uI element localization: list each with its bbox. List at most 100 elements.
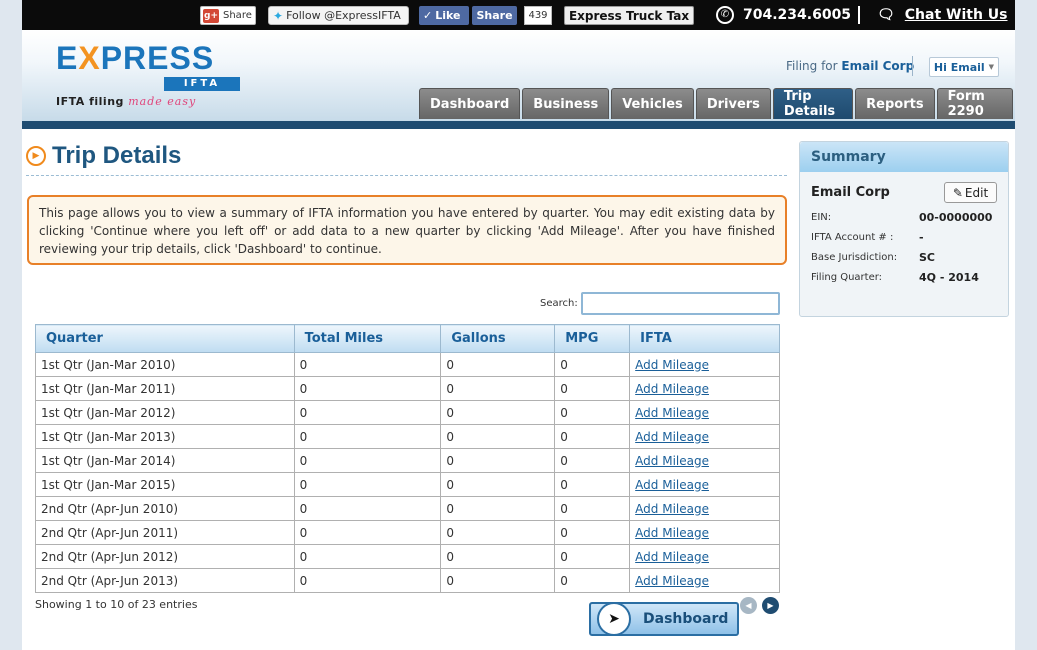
add-mileage-link[interactable]: Add Mileage xyxy=(635,358,709,372)
ifta-cell: Add Mileage xyxy=(629,544,780,569)
column-header-mpg[interactable]: MPG xyxy=(554,324,631,353)
table-row: 1st Qtr (Jan-Mar 2014) 0 0 0 Add Mileage xyxy=(35,448,780,473)
express-truck-tax-button[interactable]: Express Truck Tax xyxy=(564,6,694,25)
summary-value-base-jurisdiction: SC xyxy=(919,251,935,264)
tab-business[interactable]: Business xyxy=(522,88,610,119)
add-mileage-link[interactable]: Add Mileage xyxy=(635,406,709,420)
site-header: EXPRESS IFTA IFTA filing made easy Filin… xyxy=(22,30,1015,121)
miles-cell: 0 xyxy=(293,352,442,377)
ifta-cell: Add Mileage xyxy=(629,520,780,545)
quarter-cell: 1st Qtr (Jan-Mar 2015) xyxy=(35,472,295,497)
chat-link-container: 🗨 Chat With Us xyxy=(877,5,1008,24)
edit-label: Edit xyxy=(964,185,989,200)
phone-icon: ✆ xyxy=(716,5,734,24)
summary-label-base-jurisdiction: Base Jurisdiction: xyxy=(811,252,898,263)
add-mileage-link[interactable]: Add Mileage xyxy=(635,550,709,564)
table-row: 1st Qtr (Jan-Mar 2013) 0 0 0 Add Mileage xyxy=(35,424,780,449)
express-ifta-logo[interactable]: EXPRESS IFTA IFTA filing made easy xyxy=(56,40,246,115)
summary-value-ein: 00-0000000 xyxy=(919,211,993,224)
gallons-cell: 0 xyxy=(440,400,556,425)
mpg-cell: 0 xyxy=(554,424,631,449)
mpg-cell: 0 xyxy=(554,400,631,425)
tab-drivers[interactable]: Drivers xyxy=(695,88,771,119)
previous-page-icon[interactable]: ◀ xyxy=(740,597,757,614)
miles-cell: 0 xyxy=(293,568,442,593)
gallons-cell: 0 xyxy=(440,376,556,401)
top-bar: g+ Share ✦ Follow @ExpressIFTA ✓ Like Sh… xyxy=(22,0,1015,30)
column-header-ifta[interactable]: IFTA xyxy=(629,324,780,353)
quarter-cell: 1st Qtr (Jan-Mar 2014) xyxy=(35,448,295,473)
logo-wordmark: EXPRESS xyxy=(56,40,215,76)
google-share-label: Share xyxy=(223,10,252,21)
miles-cell: 0 xyxy=(293,376,442,401)
topbar-divider xyxy=(858,6,860,24)
next-page-icon[interactable]: ▶ xyxy=(762,597,779,614)
quarter-cell: 1st Qtr (Jan-Mar 2012) xyxy=(35,400,295,425)
column-header-gallons[interactable]: Gallons xyxy=(440,324,556,353)
tab-vehicles[interactable]: Vehicles xyxy=(611,88,694,119)
add-mileage-link[interactable]: Add Mileage xyxy=(635,502,709,516)
add-mileage-link[interactable]: Add Mileage xyxy=(635,574,709,588)
page-title: ▶ Trip Details xyxy=(26,142,181,170)
table-row: 2nd Qtr (Apr-Jun 2010) 0 0 0 Add Mileage xyxy=(35,496,780,521)
header-divider xyxy=(912,56,913,76)
quarter-cell: 1st Qtr (Jan-Mar 2013) xyxy=(35,424,295,449)
add-mileage-link[interactable]: Add Mileage xyxy=(635,454,709,468)
quarter-cell: 2nd Qtr (Apr-Jun 2011) xyxy=(35,520,295,545)
user-menu-dropdown[interactable]: Hi Email ▼ xyxy=(929,57,999,77)
add-mileage-link[interactable]: Add Mileage xyxy=(635,430,709,444)
mpg-cell: 0 xyxy=(554,568,631,593)
chat-with-us-link[interactable]: Chat With Us xyxy=(905,7,1008,23)
google-plus-icon: g+ xyxy=(203,8,219,23)
filing-company: Email Corp xyxy=(841,59,915,73)
play-circle-icon: ▶ xyxy=(26,146,46,166)
ifta-cell: Add Mileage xyxy=(629,424,780,449)
quarter-cell: 1st Qtr (Jan-Mar 2011) xyxy=(35,376,295,401)
phone-number: ✆ 704.234.6005 xyxy=(716,5,851,24)
tab-form-2290[interactable]: Form 2290 xyxy=(936,88,1013,119)
miles-cell: 0 xyxy=(293,520,442,545)
ifta-cell: Add Mileage xyxy=(629,448,780,473)
page-title-text: Trip Details xyxy=(52,142,182,169)
facebook-share-label: Share xyxy=(476,9,513,22)
table-row: 1st Qtr (Jan-Mar 2012) 0 0 0 Add Mileage xyxy=(35,400,780,425)
main-content: ▶ Trip Details This page allows you to v… xyxy=(22,129,1015,650)
title-divider xyxy=(26,175,787,176)
summary-company: Email Corp xyxy=(811,185,890,200)
facebook-share-button[interactable]: Share xyxy=(472,6,517,25)
user-greeting: Hi Email xyxy=(933,60,985,74)
tab-reports[interactable]: Reports xyxy=(855,88,935,119)
pagination-info: Showing 1 to 10 of 23 entries xyxy=(35,598,198,611)
miles-cell: 0 xyxy=(293,544,442,569)
logo-tagline: IFTA filing made easy xyxy=(56,95,197,108)
filing-for-text: Filing for Email Corp xyxy=(786,59,915,73)
quarter-cell: 2nd Qtr (Apr-Jun 2010) xyxy=(35,496,295,521)
table-row: 2nd Qtr (Apr-Jun 2012) 0 0 0 Add Mileage xyxy=(35,544,780,569)
facebook-like-button[interactable]: ✓ Like xyxy=(419,6,469,25)
table-row: 1st Qtr (Jan-Mar 2015) 0 0 0 Add Mileage xyxy=(35,472,780,497)
search-input[interactable] xyxy=(581,292,780,315)
gallons-cell: 0 xyxy=(440,424,556,449)
table-row: 2nd Qtr (Apr-Jun 2013) 0 0 0 Add Mileage xyxy=(35,568,780,593)
add-mileage-link[interactable]: Add Mileage xyxy=(635,526,709,540)
twitter-bird-icon: ✦ xyxy=(273,8,284,23)
arrow-right-icon: ➤ xyxy=(597,602,631,636)
column-header-quarter[interactable]: Quarter xyxy=(35,324,295,353)
tab-trip-details[interactable]: Trip Details xyxy=(772,88,854,119)
column-header-total-miles[interactable]: Total Miles xyxy=(293,324,442,353)
quarter-cell: 2nd Qtr (Apr-Jun 2013) xyxy=(35,568,295,593)
twitter-follow-button[interactable]: ✦ Follow @ExpressIFTA xyxy=(268,6,409,25)
tab-dashboard[interactable]: Dashboard xyxy=(419,88,521,119)
nav-underline-bar xyxy=(22,121,1015,129)
gallons-cell: 0 xyxy=(440,520,556,545)
mpg-cell: 0 xyxy=(554,520,631,545)
dashboard-button[interactable]: ➤ Dashboard xyxy=(589,602,739,636)
google-plus-share-button[interactable]: g+ Share xyxy=(200,6,256,25)
summary-label-filing-quarter: Filing Quarter: xyxy=(811,272,883,283)
add-mileage-link[interactable]: Add Mileage xyxy=(635,382,709,396)
edit-button[interactable]: ✎ Edit xyxy=(944,182,997,203)
gallons-cell: 0 xyxy=(440,352,556,377)
miles-cell: 0 xyxy=(293,424,442,449)
add-mileage-link[interactable]: Add Mileage xyxy=(635,478,709,492)
quarter-cell: 2nd Qtr (Apr-Jun 2012) xyxy=(35,544,295,569)
